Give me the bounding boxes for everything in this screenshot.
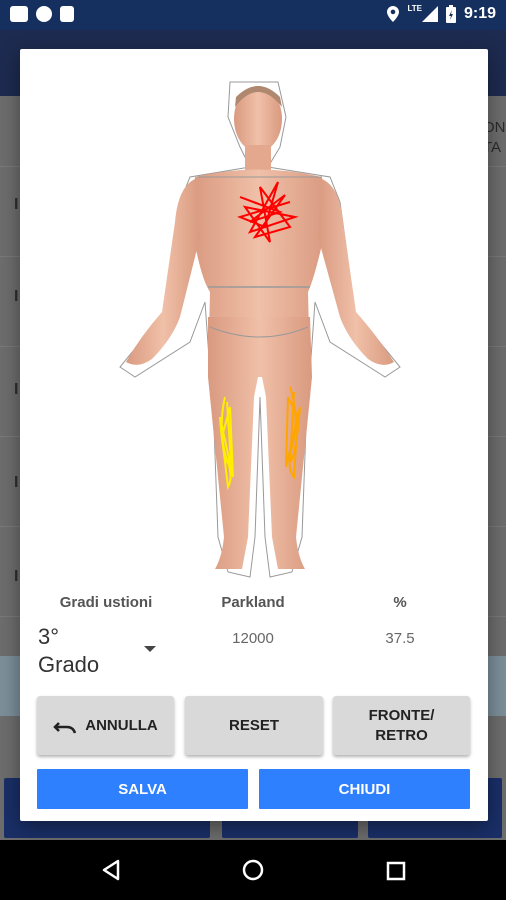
grade-column-header: Gradi ustioni [59, 594, 153, 611]
recents-icon[interactable] [386, 861, 406, 881]
grade-select-value-line2: Grado [38, 652, 100, 677]
human-body-figure[interactable] [100, 77, 420, 597]
save-button-label: SALVA [118, 780, 167, 798]
parkland-column-header: Parkland [221, 594, 285, 611]
clock: 9:19 [463, 5, 496, 22]
sd-card-notification-icon [60, 6, 74, 22]
burn-assessment-dialog: Gradi ustioni Parkland % 3° Grado 12000 … [20, 49, 488, 821]
parkland-value: 12000 [232, 630, 274, 647]
percent-value: 37.5 [385, 630, 415, 647]
body-diagram[interactable] [100, 77, 420, 597]
medical-notification-icon [36, 6, 52, 22]
burn-grade-select[interactable]: 3° Grado [38, 623, 148, 679]
background-row-initial: I [14, 196, 19, 213]
background-row-initial: I [14, 381, 19, 398]
undo-button-label: ANNULLA [85, 716, 158, 734]
system-navigation-bar [0, 840, 506, 900]
lte-label: LTE [407, 3, 422, 13]
close-button-label: CHIUDI [338, 780, 391, 798]
undo-button[interactable]: ANNULLA [37, 696, 174, 755]
grade-select-value-line1: 3° [38, 624, 60, 649]
back-icon[interactable] [100, 859, 122, 881]
percent-column-header: % [393, 594, 407, 611]
home-icon[interactable] [242, 859, 264, 881]
battery-icon [445, 5, 456, 23]
front-back-toggle-button[interactable]: FRONTE/ RETRO [333, 696, 470, 755]
signal-icon [421, 6, 438, 22]
background-row-initial: I [14, 288, 19, 305]
status-bar: LTE 9:19 [0, 0, 506, 30]
save-button[interactable]: SALVA [37, 769, 248, 809]
undo-icon [53, 721, 77, 733]
front-back-label-line2: RETRO [375, 726, 428, 744]
close-button[interactable]: CHIUDI [259, 769, 470, 809]
dropdown-arrow-icon[interactable] [144, 646, 156, 652]
reset-button-label: RESET [228, 716, 279, 734]
background-row-initial: I [14, 568, 19, 585]
reset-button[interactable]: RESET [185, 696, 323, 755]
front-back-label-line1: FRONTE/ [368, 706, 435, 724]
location-icon [387, 6, 400, 22]
photo-notification-icon [10, 6, 28, 22]
background-row-initial: I [14, 474, 19, 491]
